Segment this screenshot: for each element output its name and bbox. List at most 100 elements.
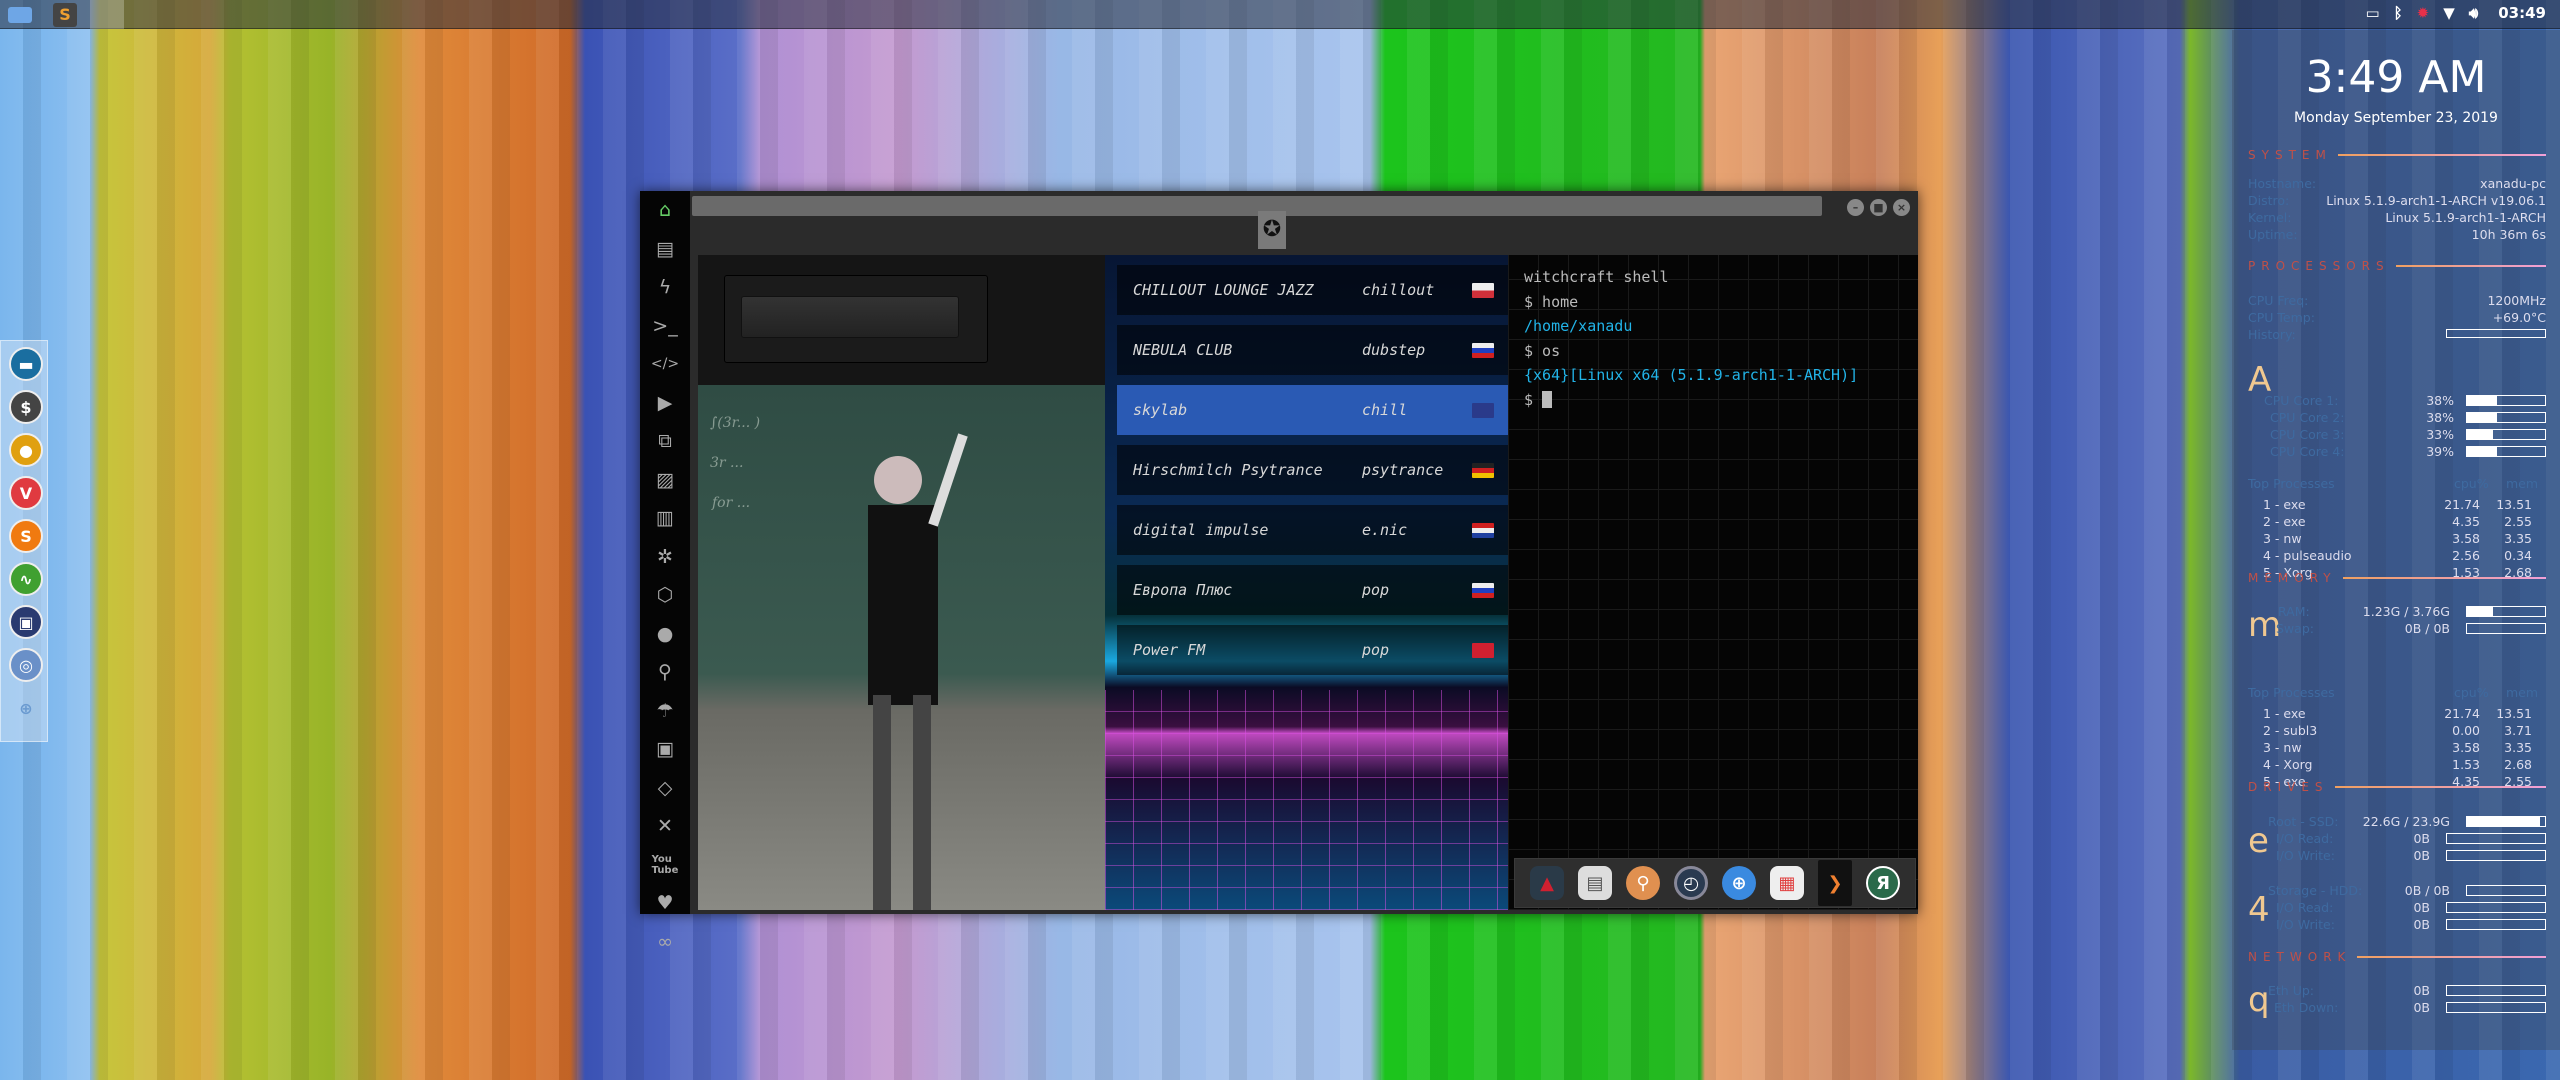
drive-usage: 22.6G / 23.9G (2362, 814, 2450, 829)
expand-icon[interactable]: ✕ (640, 807, 690, 846)
terminal-icon[interactable]: $ (9, 390, 43, 424)
clock[interactable]: 03:49 (2498, 4, 2546, 22)
translate-icon[interactable]: ⧉ (640, 422, 690, 461)
process-name: 4 - pulseaudio (2263, 548, 2352, 563)
galactic-empire-icon[interactable]: ✲ (640, 538, 690, 577)
play-icon[interactable]: ▶ (640, 384, 690, 423)
alert-icon[interactable]: ✹ (2417, 4, 2430, 22)
process-mem: 3.35 (2504, 531, 2532, 546)
io-read-label: I/O Read: (2276, 831, 2334, 846)
station-row[interactable]: Hirschmilch Psytrance psytrance (1117, 445, 1508, 495)
cpu-core-value: 39% (2426, 444, 2454, 459)
flash-icon[interactable]: ϟ (640, 268, 690, 307)
contacts-icon[interactable]: ▣ (640, 730, 690, 769)
io-write-bar (2446, 850, 2546, 861)
conky-date: Monday September 23, 2019 (2294, 110, 2498, 126)
wifi-icon[interactable]: ▼ (2443, 4, 2455, 22)
cpu-core-value: 38% (2426, 393, 2454, 408)
search-icon[interactable]: ⚲ (1626, 866, 1660, 900)
section-system: SYSTEM (2248, 148, 2546, 162)
station-name: Hirschmilch Psytrance (1133, 461, 1323, 479)
station-row[interactable]: digital impulse e.nic (1117, 505, 1508, 555)
process-name: 2 - subl3 (2263, 723, 2318, 738)
station-genre: pop (1362, 581, 1390, 599)
player-control (724, 275, 988, 363)
sublime-icon[interactable]: ❯ (1818, 860, 1852, 906)
system-label: Distro: (2248, 193, 2290, 208)
station-row[interactable]: Power FM pop (1117, 625, 1508, 675)
calendar-icon[interactable]: ▦ (1770, 866, 1804, 900)
clock-icon[interactable]: ◴ (1674, 866, 1708, 900)
maximize-button[interactable]: ■ (1870, 199, 1887, 216)
cpu-core-value: 33% (2426, 427, 2454, 442)
app-launcher-icon[interactable]: ▲ (1530, 866, 1564, 900)
globe-icon[interactable]: ⊕ (1722, 866, 1756, 900)
code-icon[interactable]: </> (640, 345, 690, 384)
umbrella-icon[interactable]: ☂ (640, 692, 690, 731)
cpu-core-bar (2466, 395, 2546, 406)
chromium-icon[interactable]: ◎ (9, 648, 43, 682)
station-row[interactable]: CHILLOUT LOUNGE JAZZ chillout (1117, 265, 1508, 315)
cpu-core-label: CPU Core 2: (2270, 410, 2345, 425)
io-read-bar (2446, 902, 2546, 913)
hexagon-icon[interactable]: ⬡ (640, 576, 690, 615)
sublime-text-icon[interactable]: S (53, 3, 77, 27)
player-display[interactable] (741, 296, 959, 338)
yandex-icon[interactable]: Я (1866, 866, 1900, 900)
home-icon[interactable]: ⌂ (640, 191, 690, 230)
eth-up-bar (2446, 985, 2546, 996)
terminal-cursor[interactable] (1542, 390, 1553, 408)
flag-icon (1472, 342, 1494, 358)
terminal[interactable]: witchcraft shell $ home /home/xanadu $ o… (1508, 255, 1918, 910)
folder-icon[interactable] (8, 7, 32, 23)
globe-icon[interactable] (90, 0, 124, 29)
cpu-column-header: cpu% (2454, 476, 2489, 491)
eth-down-bar (2446, 1002, 2546, 1013)
archive-manager-icon[interactable]: ▬ (9, 347, 43, 381)
ram-bar (2466, 606, 2546, 617)
search-icon[interactable]: ⚲ (640, 653, 690, 692)
station-name: CHILLOUT LOUNGE JAZZ (1133, 281, 1314, 299)
bluetooth-icon[interactable]: ᛒ (2394, 4, 2403, 22)
document-icon[interactable]: ▤ (640, 230, 690, 269)
drive-usage: 0B / 0B (2404, 883, 2450, 898)
screenshot-icon[interactable]: ▭ (2365, 4, 2379, 22)
system-monitor-icon[interactable]: ∿ (9, 562, 43, 596)
vivaldi-icon[interactable]: V (9, 476, 43, 510)
flag-icon (1472, 462, 1494, 478)
volume-icon[interactable]: 🔊︎ (2469, 4, 2478, 22)
media-panel: ∫(3r... ) 3r ... for ... (698, 255, 1105, 910)
section-processors: PROCESSORS (2248, 259, 2546, 273)
station-row[interactable]: NEBULA CLUB dubstep (1117, 325, 1508, 375)
image-viewer-icon[interactable]: ▣ (9, 605, 43, 639)
title-bar[interactable] (692, 196, 1822, 216)
process-mem: 13.51 (2496, 497, 2532, 512)
cpu-freq-label: CPU Freq: (2248, 293, 2309, 308)
synthwave-grid (1105, 690, 1508, 910)
news-icon[interactable]: ▤ (1578, 866, 1612, 900)
infinity-icon[interactable]: ∞ (640, 923, 690, 962)
image-icon[interactable]: ▨ (640, 461, 690, 500)
process-cpu: 3.58 (2452, 531, 2480, 546)
web-browser-icon[interactable]: ⊕ (9, 691, 43, 725)
station-row[interactable]: Европа Плюс pop (1117, 565, 1508, 615)
minimize-button[interactable]: – (1847, 199, 1864, 216)
io-write-value: 0B (2413, 917, 2430, 932)
sublime-icon[interactable]: S (9, 519, 43, 553)
top-processes-label: Top Processes (2248, 476, 2335, 491)
news-icon[interactable]: ▥ (640, 499, 690, 538)
left-dock: ▬ $ ● V S ∿ ▣ ◎ ⊕ (0, 340, 48, 742)
swap-label: Swap: (2276, 621, 2314, 636)
heart-icon[interactable]: ♥ (640, 884, 690, 923)
youtube-icon[interactable]: You Tube (640, 846, 690, 885)
terminal-icon[interactable]: >_ (640, 307, 690, 346)
link-icon[interactable]: ◇ (640, 769, 690, 808)
system-value: xanadu-pc (2480, 176, 2546, 191)
close-button[interactable]: × (1893, 199, 1910, 216)
screenshot-icon[interactable]: ● (9, 433, 43, 467)
cpu-core-bar (2466, 446, 2546, 457)
process-cpu: 3.58 (2452, 740, 2480, 755)
globe-icon[interactable]: ● (640, 615, 690, 654)
station-row[interactable]: skylab chill (1117, 385, 1508, 435)
station-name: digital impulse (1133, 521, 1269, 539)
